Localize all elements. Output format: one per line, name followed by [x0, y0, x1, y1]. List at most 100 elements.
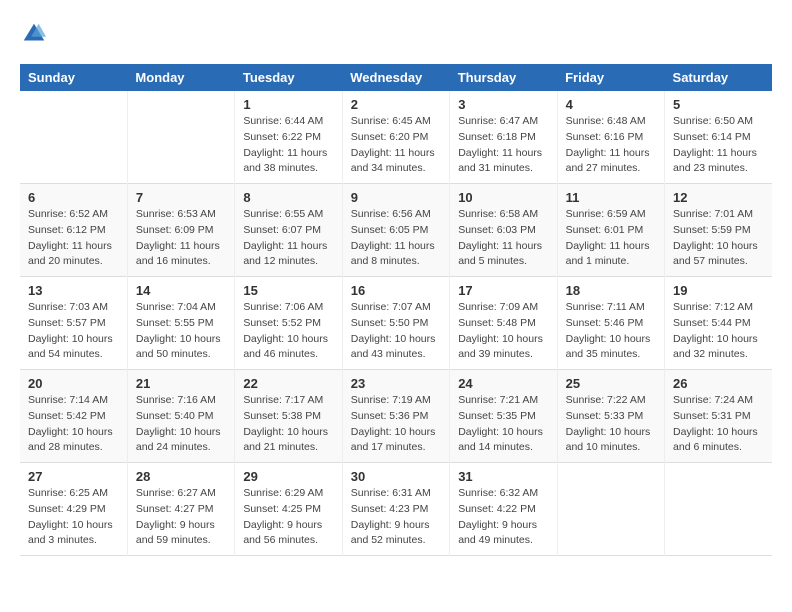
day-info: Sunrise: 7:22 AMSunset: 5:33 PMDaylight:…: [566, 393, 656, 456]
day-info: Sunrise: 6:58 AMSunset: 6:03 PMDaylight:…: [458, 207, 548, 270]
calendar-cell: 29 Sunrise: 6:29 AMSunset: 4:25 PMDayligh…: [235, 463, 342, 556]
day-number: 16: [351, 283, 441, 298]
calendar-cell: 17Sunrise: 7:09 AMSunset: 5:48 PMDayligh…: [450, 277, 557, 370]
day-info: Sunrise: 7:21 AMSunset: 5:35 PMDaylight:…: [458, 393, 548, 456]
day-info: Sunrise: 7:06 AMSunset: 5:52 PMDaylight:…: [243, 300, 333, 363]
day-info: Sunrise: 7:16 AMSunset: 5:40 PMDaylight:…: [136, 393, 226, 456]
weekday-header: Saturday: [665, 64, 772, 91]
calendar-cell: 2Sunrise: 6:45 AMSunset: 6:20 PMDaylight…: [342, 91, 449, 184]
day-number: 4: [566, 97, 656, 112]
calendar-cell: 12 Sunrise: 7:01 AMSunset: 5:59 PMDayligh…: [665, 184, 772, 277]
calendar-cell: 25 Sunrise: 7:22 AMSunset: 5:33 PMDayligh…: [557, 370, 664, 463]
weekday-header: Sunday: [20, 64, 127, 91]
day-number: 29: [243, 469, 333, 484]
day-info: Sunrise: 7:19 AMSunset: 5:36 PMDaylight:…: [351, 393, 441, 456]
calendar-cell: 10 Sunrise: 6:58 AMSunset: 6:03 PMDayligh…: [450, 184, 557, 277]
day-info: Sunrise: 6:44 AMSunset: 6:22 PMDaylight:…: [243, 114, 333, 177]
weekday-header: Monday: [127, 64, 234, 91]
calendar-row: 27Sunrise: 6:25 AMSunset: 4:29 PMDayligh…: [20, 463, 772, 556]
calendar-cell: 11 Sunrise: 6:59 AMSunset: 6:01 PMDayligh…: [557, 184, 664, 277]
day-info: Sunrise: 7:24 AMSunset: 5:31 PMDaylight:…: [673, 393, 764, 456]
calendar-cell: 8 Sunrise: 6:55 AMSunset: 6:07 PMDaylight…: [235, 184, 342, 277]
calendar-cell: 13Sunrise: 7:03 AMSunset: 5:57 PMDayligh…: [20, 277, 127, 370]
day-number: 23: [351, 376, 441, 391]
calendar-cell: 7Sunrise: 6:53 AMSunset: 6:09 PMDaylight…: [127, 184, 234, 277]
calendar-cell: 22 Sunrise: 7:17 AMSunset: 5:38 PMDayligh…: [235, 370, 342, 463]
calendar-cell: 14 Sunrise: 7:04 AMSunset: 5:55 PMDayligh…: [127, 277, 234, 370]
day-info: Sunrise: 7:04 AMSunset: 5:55 PMDaylight:…: [136, 300, 226, 363]
calendar-cell: 3 Sunrise: 6:47 AMSunset: 6:18 PMDaylight…: [450, 91, 557, 184]
day-info: Sunrise: 7:03 AMSunset: 5:57 PMDaylight:…: [28, 300, 119, 363]
day-number: 22: [243, 376, 333, 391]
calendar-cell: 1 Sunrise: 6:44 AMSunset: 6:22 PMDaylight…: [235, 91, 342, 184]
day-info: Sunrise: 6:29 AMSunset: 4:25 PMDaylight:…: [243, 486, 333, 549]
day-number: 7: [136, 190, 226, 205]
day-number: 1: [243, 97, 333, 112]
day-number: 14: [136, 283, 226, 298]
day-info: Sunrise: 6:52 AMSunset: 6:12 PMDaylight:…: [28, 207, 119, 270]
day-number: 26: [673, 376, 764, 391]
calendar-cell: 19 Sunrise: 7:12 AMSunset: 5:44 PMDayligh…: [665, 277, 772, 370]
calendar-cell: 24 Sunrise: 7:21 AMSunset: 5:35 PMDayligh…: [450, 370, 557, 463]
day-number: 3: [458, 97, 548, 112]
calendar-cell: 6Sunrise: 6:52 AMSunset: 6:12 PMDaylight…: [20, 184, 127, 277]
day-info: Sunrise: 6:56 AMSunset: 6:05 PMDaylight:…: [351, 207, 441, 270]
calendar-cell: 20Sunrise: 7:14 AMSunset: 5:42 PMDayligh…: [20, 370, 127, 463]
day-number: 15: [243, 283, 333, 298]
day-info: Sunrise: 6:47 AMSunset: 6:18 PMDaylight:…: [458, 114, 548, 177]
calendar-row: 1 Sunrise: 6:44 AMSunset: 6:22 PMDaylight…: [20, 91, 772, 184]
day-number: 18: [566, 283, 656, 298]
weekday-header: Tuesday: [235, 64, 342, 91]
calendar-row: 13Sunrise: 7:03 AMSunset: 5:57 PMDayligh…: [20, 277, 772, 370]
day-info: Sunrise: 7:17 AMSunset: 5:38 PMDaylight:…: [243, 393, 333, 456]
day-number: 12: [673, 190, 764, 205]
calendar-cell: 5 Sunrise: 6:50 AMSunset: 6:14 PMDaylight…: [665, 91, 772, 184]
day-info: Sunrise: 6:45 AMSunset: 6:20 PMDaylight:…: [351, 114, 441, 177]
day-number: 17: [458, 283, 548, 298]
day-info: Sunrise: 7:01 AMSunset: 5:59 PMDaylight:…: [673, 207, 764, 270]
day-info: Sunrise: 7:12 AMSunset: 5:44 PMDaylight:…: [673, 300, 764, 363]
day-number: 30: [351, 469, 441, 484]
calendar-cell: 31Sunrise: 6:32 AMSunset: 4:22 PMDayligh…: [450, 463, 557, 556]
day-number: 10: [458, 190, 548, 205]
day-number: 25: [566, 376, 656, 391]
calendar-cell: 18Sunrise: 7:11 AMSunset: 5:46 PMDayligh…: [557, 277, 664, 370]
calendar-cell: 15 Sunrise: 7:06 AMSunset: 5:52 PMDayligh…: [235, 277, 342, 370]
logo-icon: [20, 20, 48, 48]
calendar-row: 6Sunrise: 6:52 AMSunset: 6:12 PMDaylight…: [20, 184, 772, 277]
calendar-cell: 9 Sunrise: 6:56 AMSunset: 6:05 PMDaylight…: [342, 184, 449, 277]
calendar-row: 20Sunrise: 7:14 AMSunset: 5:42 PMDayligh…: [20, 370, 772, 463]
day-info: Sunrise: 6:25 AMSunset: 4:29 PMDaylight:…: [28, 486, 119, 549]
page-header: [20, 20, 772, 48]
calendar-cell: 23 Sunrise: 7:19 AMSunset: 5:36 PMDayligh…: [342, 370, 449, 463]
day-info: Sunrise: 6:50 AMSunset: 6:14 PMDaylight:…: [673, 114, 764, 177]
weekday-header: Wednesday: [342, 64, 449, 91]
calendar-cell: 16 Sunrise: 7:07 AMSunset: 5:50 PMDayligh…: [342, 277, 449, 370]
calendar-cell: 4 Sunrise: 6:48 AMSunset: 6:16 PMDaylight…: [557, 91, 664, 184]
weekday-header: Friday: [557, 64, 664, 91]
calendar-cell: [665, 463, 772, 556]
day-number: 31: [458, 469, 548, 484]
weekday-header: Thursday: [450, 64, 557, 91]
day-number: 9: [351, 190, 441, 205]
day-number: 11: [566, 190, 656, 205]
day-info: Sunrise: 6:48 AMSunset: 6:16 PMDaylight:…: [566, 114, 656, 177]
day-number: 8: [243, 190, 333, 205]
day-info: Sunrise: 7:07 AMSunset: 5:50 PMDaylight:…: [351, 300, 441, 363]
calendar-cell: 21 Sunrise: 7:16 AMSunset: 5:40 PMDayligh…: [127, 370, 234, 463]
day-info: Sunrise: 6:59 AMSunset: 6:01 PMDaylight:…: [566, 207, 656, 270]
day-info: Sunrise: 6:31 AMSunset: 4:23 PMDaylight:…: [351, 486, 441, 549]
calendar-table: SundayMondayTuesdayWednesdayThursdayFrid…: [20, 64, 772, 556]
logo: [20, 20, 52, 48]
day-number: 24: [458, 376, 548, 391]
day-info: Sunrise: 6:55 AMSunset: 6:07 PMDaylight:…: [243, 207, 333, 270]
day-number: 21: [136, 376, 226, 391]
day-number: 19: [673, 283, 764, 298]
calendar-cell: [127, 91, 234, 184]
day-number: 5: [673, 97, 764, 112]
day-number: 28: [136, 469, 226, 484]
calendar-cell: 26 Sunrise: 7:24 AMSunset: 5:31 PMDayligh…: [665, 370, 772, 463]
calendar-cell: 28 Sunrise: 6:27 AMSunset: 4:27 PMDayligh…: [127, 463, 234, 556]
day-info: Sunrise: 6:27 AMSunset: 4:27 PMDaylight:…: [136, 486, 226, 549]
calendar-header: SundayMondayTuesdayWednesdayThursdayFrid…: [20, 64, 772, 91]
